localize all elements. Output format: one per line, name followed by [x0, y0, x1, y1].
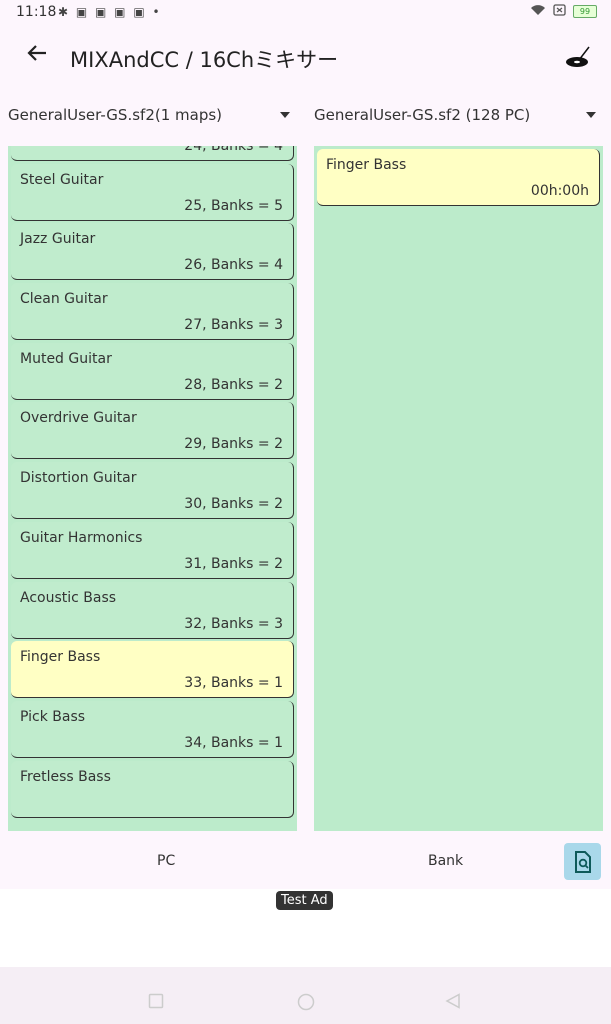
program-list-item[interactable]: Nylon Guitar24, Banks = 4 — [11, 146, 294, 161]
record-disc-icon[interactable] — [565, 44, 591, 70]
item-detail: 26, Banks = 4 — [184, 257, 283, 274]
ad-banner[interactable]: Test Ad — [0, 889, 611, 967]
system-icons: 99 — [530, 4, 597, 19]
program-list[interactable]: Nylon Guitar24, Banks = 4 Steel Guitar 25,… — [8, 146, 297, 820]
item-name: Acoustic Bass — [20, 589, 117, 606]
item-name: Fretless Bass — [20, 768, 111, 785]
program-list-item[interactable]: Steel Guitar 25, Banks = 5 — [11, 163, 294, 221]
status-bar: 11:18 ✱ ▣ ▣ ▣ ▣ • 99 — [0, 0, 611, 26]
status-time: 11:18 — [16, 4, 57, 20]
program-list-item[interactable]: Distortion Guitar 30, Banks = 2 — [11, 462, 294, 520]
notification-icons: ✱ ▣ ▣ ▣ ▣ • — [58, 5, 162, 19]
back-arrow-icon[interactable] — [26, 42, 48, 70]
item-detail: 25, Banks = 5 — [184, 197, 283, 214]
home-icon[interactable] — [297, 993, 315, 1015]
item-detail: 00h:00h — [530, 183, 589, 199]
soundfont-pc-select[interactable]: GeneralUser-GS.sf2 (128 PC) — [314, 100, 602, 130]
bottom-tabs: PC Bank — [0, 833, 611, 889]
dropdown-arrow-icon — [586, 112, 596, 118]
item-detail: 33, Banks = 1 — [184, 675, 283, 692]
soundfont-pc-select-label: GeneralUser-GS.sf2 (128 PC) — [314, 106, 531, 124]
item-name: Guitar Harmonics — [20, 529, 143, 546]
item-detail: 32, Banks = 3 — [184, 615, 283, 632]
item-detail: 24, Banks = 4 — [184, 146, 283, 154]
item-name: Steel Guitar — [20, 171, 104, 188]
program-list-item[interactable]: Guitar Harmonics 31, Banks = 2 — [11, 521, 294, 579]
program-list-panel[interactable]: Nylon Guitar24, Banks = 4 Steel Guitar 25,… — [8, 146, 297, 831]
item-name: Finger Bass — [326, 157, 407, 173]
bank-list-item[interactable]: Finger Bass 00h:00h — [317, 149, 600, 206]
dropdown-arrow-icon — [280, 112, 290, 118]
item-name: Muted Guitar — [20, 350, 112, 367]
item-name: Overdrive Guitar — [20, 410, 137, 427]
system-nav-bar — [0, 967, 611, 1024]
item-name: Pick Bass — [20, 708, 86, 725]
item-name: Clean Guitar — [20, 291, 108, 308]
battery-icon: 99 — [573, 5, 597, 18]
page-title: MIXAndCC / 16Chミキサー — [70, 48, 339, 72]
program-list-item[interactable]: Muted Guitar 28, Banks = 2 — [11, 342, 294, 400]
tab-pc[interactable]: PC — [157, 853, 175, 869]
soundfont-map-select-label: GeneralUser-GS.sf2(1 maps) — [8, 106, 223, 124]
item-name: Finger Bass — [20, 649, 101, 666]
bank-list-panel[interactable]: Finger Bass 00h:00h — [314, 146, 603, 831]
recents-icon[interactable] — [148, 993, 164, 1013]
program-list-item[interactable]: Fretless Bass — [11, 760, 294, 818]
item-detail: 29, Banks = 2 — [184, 436, 283, 453]
bank-list[interactable]: Finger Bass 00h:00h — [314, 149, 603, 209]
item-detail: 27, Banks = 3 — [184, 317, 283, 334]
program-list-item[interactable]: Pick Bass 34, Banks = 1 — [11, 700, 294, 758]
soundfont-map-select[interactable]: GeneralUser-GS.sf2(1 maps) — [8, 100, 296, 130]
wifi-icon — [530, 4, 546, 19]
program-list-item[interactable]: Clean Guitar 27, Banks = 3 — [11, 283, 294, 341]
item-detail: 28, Banks = 2 — [184, 376, 283, 393]
sim-icon — [553, 4, 566, 19]
back-nav-icon[interactable] — [445, 993, 461, 1013]
search-button[interactable] — [564, 843, 601, 880]
document-search-icon — [574, 850, 591, 873]
item-detail: 30, Banks = 2 — [184, 496, 283, 513]
program-list-item[interactable]: Overdrive Guitar 29, Banks = 2 — [11, 402, 294, 460]
tab-bank[interactable]: Bank — [428, 853, 463, 869]
program-list-item[interactable]: Acoustic Bass 32, Banks = 3 — [11, 581, 294, 639]
test-ad-label: Test Ad — [276, 891, 333, 910]
item-name: Distortion Guitar — [20, 470, 137, 487]
item-name: Jazz Guitar — [20, 231, 96, 248]
program-list-item[interactable]: Finger Bass 33, Banks = 1 — [11, 641, 294, 699]
app-bar: MIXAndCC / 16Chミキサー — [0, 30, 611, 88]
item-detail: 34, Banks = 1 — [184, 734, 283, 751]
program-list-item[interactable]: Jazz Guitar 26, Banks = 4 — [11, 223, 294, 281]
item-detail: 31, Banks = 2 — [184, 555, 283, 572]
